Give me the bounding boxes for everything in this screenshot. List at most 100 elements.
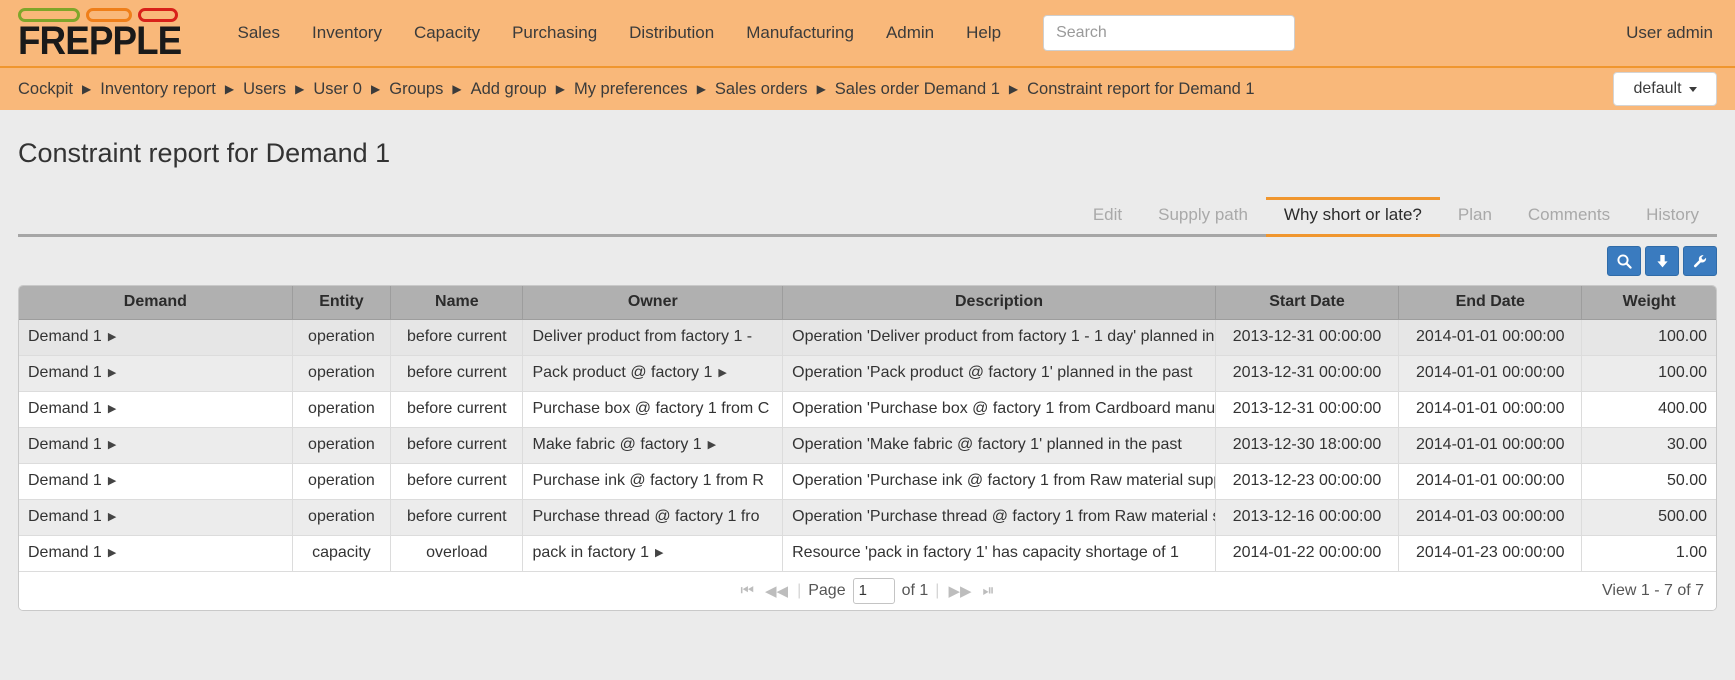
breadcrumb-item-my-preferences[interactable]: My preferences	[574, 80, 688, 99]
breadcrumb-item-users[interactable]: Users	[243, 80, 286, 99]
nav-item-capacity[interactable]: Capacity	[398, 13, 496, 53]
breadcrumb-item-cockpit[interactable]: Cockpit	[18, 80, 73, 99]
search-input[interactable]	[1043, 15, 1295, 51]
column-header-entity[interactable]: Entity	[292, 286, 390, 319]
cell-entity-text: operation	[308, 364, 375, 381]
cell-description-text: Resource 'pack in factory 1' has capacit…	[792, 544, 1179, 561]
cell-weight: 100.00	[1582, 355, 1716, 391]
tab-edit[interactable]: Edit	[1075, 197, 1140, 234]
cell-demand: Demand 1▶	[19, 391, 292, 427]
cell-name: before current	[391, 319, 523, 355]
table-row[interactable]: Demand 1▶operationbefore currentDeliver …	[19, 319, 1716, 355]
cell-demand-text: Demand 1	[28, 364, 102, 381]
cell-name: before current	[391, 391, 523, 427]
cell-weight: 100.00	[1582, 319, 1716, 355]
drilldown-arrow-icon[interactable]: ▶	[708, 438, 716, 451]
breadcrumb-item-constraint-report[interactable]: Constraint report for Demand 1	[1027, 80, 1254, 99]
tab-row: Edit Supply path Why short or late? Plan…	[18, 195, 1717, 237]
cell-weight: 1.00	[1582, 535, 1716, 571]
breadcrumb-item-sales-orders[interactable]: Sales orders	[715, 80, 808, 99]
tab-supply-path[interactable]: Supply path	[1140, 197, 1266, 234]
cell-start-date: 2013-12-31 00:00:00	[1215, 391, 1398, 427]
table-row[interactable]: Demand 1 ▶ operation before current Pack pro…	[19, 355, 1716, 391]
column-header-name[interactable]: Name	[391, 286, 523, 319]
tab-comments[interactable]: Comments	[1510, 197, 1628, 234]
page-number-input[interactable]	[853, 578, 895, 604]
column-header-end-date[interactable]: End Date	[1399, 286, 1582, 319]
nav-item-sales[interactable]: Sales	[221, 13, 296, 53]
breadcrumb-item-sales-order-demand-1[interactable]: Sales order Demand 1	[835, 80, 1000, 99]
column-header-description[interactable]: Description	[783, 286, 1216, 319]
search-icon	[1616, 253, 1633, 270]
cell-weight-text: 100.00	[1658, 364, 1707, 381]
drilldown-arrow-icon[interactable]: ▶	[108, 402, 116, 415]
table-row[interactable]: Demand 1▶operationbefore currentPurchase…	[19, 463, 1716, 499]
tab-plan[interactable]: Plan	[1440, 197, 1510, 234]
tab-why-short-or-late[interactable]: Why short or late?	[1266, 197, 1440, 234]
nav-item-help[interactable]: Help	[950, 13, 1017, 53]
tab-history[interactable]: History	[1628, 197, 1717, 234]
drilldown-arrow-icon[interactable]: ▶	[108, 438, 116, 451]
drilldown-arrow-icon[interactable]: ▶	[655, 546, 663, 559]
frepple-logo[interactable]: FREPPLE	[18, 7, 195, 59]
chevron-right-icon: ▶	[556, 83, 565, 95]
tabs: Edit Supply path Why short or late? Plan…	[18, 195, 1717, 237]
cell-description-text: Operation 'Deliver product from factory …	[792, 328, 1215, 345]
scenario-dropdown[interactable]: default	[1613, 72, 1717, 106]
nav-item-distribution[interactable]: Distribution	[613, 13, 730, 53]
drilldown-arrow-icon[interactable]: ▶	[108, 474, 116, 487]
cell-weight-text: 50.00	[1667, 472, 1707, 489]
pager-divider-left: |	[797, 582, 801, 600]
drilldown-arrow-icon[interactable]: ▶	[108, 330, 116, 343]
drilldown-arrow-icon[interactable]: ▶	[718, 366, 726, 379]
column-header-weight[interactable]: Weight	[1582, 286, 1716, 319]
cell-start-date-text: 2013-12-23 00:00:00	[1233, 472, 1382, 489]
cell-entity-text: capacity	[312, 544, 371, 561]
breadcrumb-item-groups[interactable]: Groups	[389, 80, 443, 99]
table-row[interactable]: Demand 1▶capacityoverloadpack in factory…	[19, 535, 1716, 571]
nav-item-manufacturing[interactable]: Manufacturing	[730, 13, 870, 53]
next-page-button[interactable]: ▶▶	[946, 582, 973, 600]
breadcrumb-item-add-group[interactable]: Add group	[471, 80, 547, 99]
drilldown-arrow-icon[interactable]: ▶	[108, 366, 116, 379]
prev-page-button[interactable]: ◀◀	[763, 582, 790, 600]
cell-name-text: before current	[407, 508, 507, 525]
breadcrumb: Cockpit ▶ Inventory report ▶ Users ▶ Use…	[18, 80, 1255, 99]
nav-item-admin[interactable]: Admin	[870, 13, 950, 53]
nav-item-purchasing[interactable]: Purchasing	[496, 13, 613, 53]
chevron-right-icon: ▶	[82, 83, 91, 95]
column-header-demand[interactable]: Demand	[19, 286, 292, 319]
chevron-right-icon: ▶	[1009, 83, 1018, 95]
table-body: Demand 1▶operationbefore currentDeliver …	[19, 319, 1716, 571]
cell-weight-text: 400.00	[1658, 400, 1707, 417]
search-button[interactable]	[1607, 246, 1641, 276]
last-page-button[interactable]: ⏯	[981, 582, 997, 599]
breadcrumb-bar: Cockpit ▶ Inventory report ▶ Users ▶ Use…	[0, 68, 1735, 110]
cell-demand-text: Demand 1	[28, 544, 102, 561]
table-row[interactable]: Demand 1▶operationbefore currentPurchase…	[19, 499, 1716, 535]
cell-name: before current	[391, 355, 523, 391]
table-row[interactable]: Demand 1▶operationbefore currentMake fab…	[19, 427, 1716, 463]
drilldown-arrow-icon[interactable]: ▶	[108, 546, 116, 559]
cell-owner-text: Pack product @ factory 1	[532, 364, 712, 381]
cell-demand-text: Demand 1	[28, 436, 102, 453]
chevron-right-icon: ▶	[225, 83, 234, 95]
column-header-start-date[interactable]: Start Date	[1215, 286, 1398, 319]
cell-owner: pack in factory 1▶	[523, 535, 783, 571]
export-button[interactable]	[1645, 246, 1679, 276]
cell-demand: Demand 1▶	[19, 463, 292, 499]
cell-description-text: Operation 'Make fabric @ factory 1' plan…	[792, 436, 1182, 453]
table-row[interactable]: Demand 1▶operationbefore currentPurchase…	[19, 391, 1716, 427]
cell-entity: operation	[292, 463, 390, 499]
nav-item-inventory[interactable]: Inventory	[296, 13, 398, 53]
breadcrumb-item-inventory-report[interactable]: Inventory report	[100, 80, 216, 99]
cell-description: Operation 'Deliver product from factory …	[783, 319, 1216, 355]
customize-button[interactable]	[1683, 246, 1717, 276]
search-container	[1043, 15, 1295, 51]
user-menu[interactable]: User admin	[1626, 23, 1713, 43]
drilldown-arrow-icon[interactable]: ▶	[108, 510, 116, 523]
column-header-owner[interactable]: Owner	[523, 286, 783, 319]
first-page-button[interactable]: ⏮	[738, 582, 756, 599]
breadcrumb-item-user-0[interactable]: User 0	[313, 80, 362, 99]
wrench-icon	[1692, 253, 1709, 270]
